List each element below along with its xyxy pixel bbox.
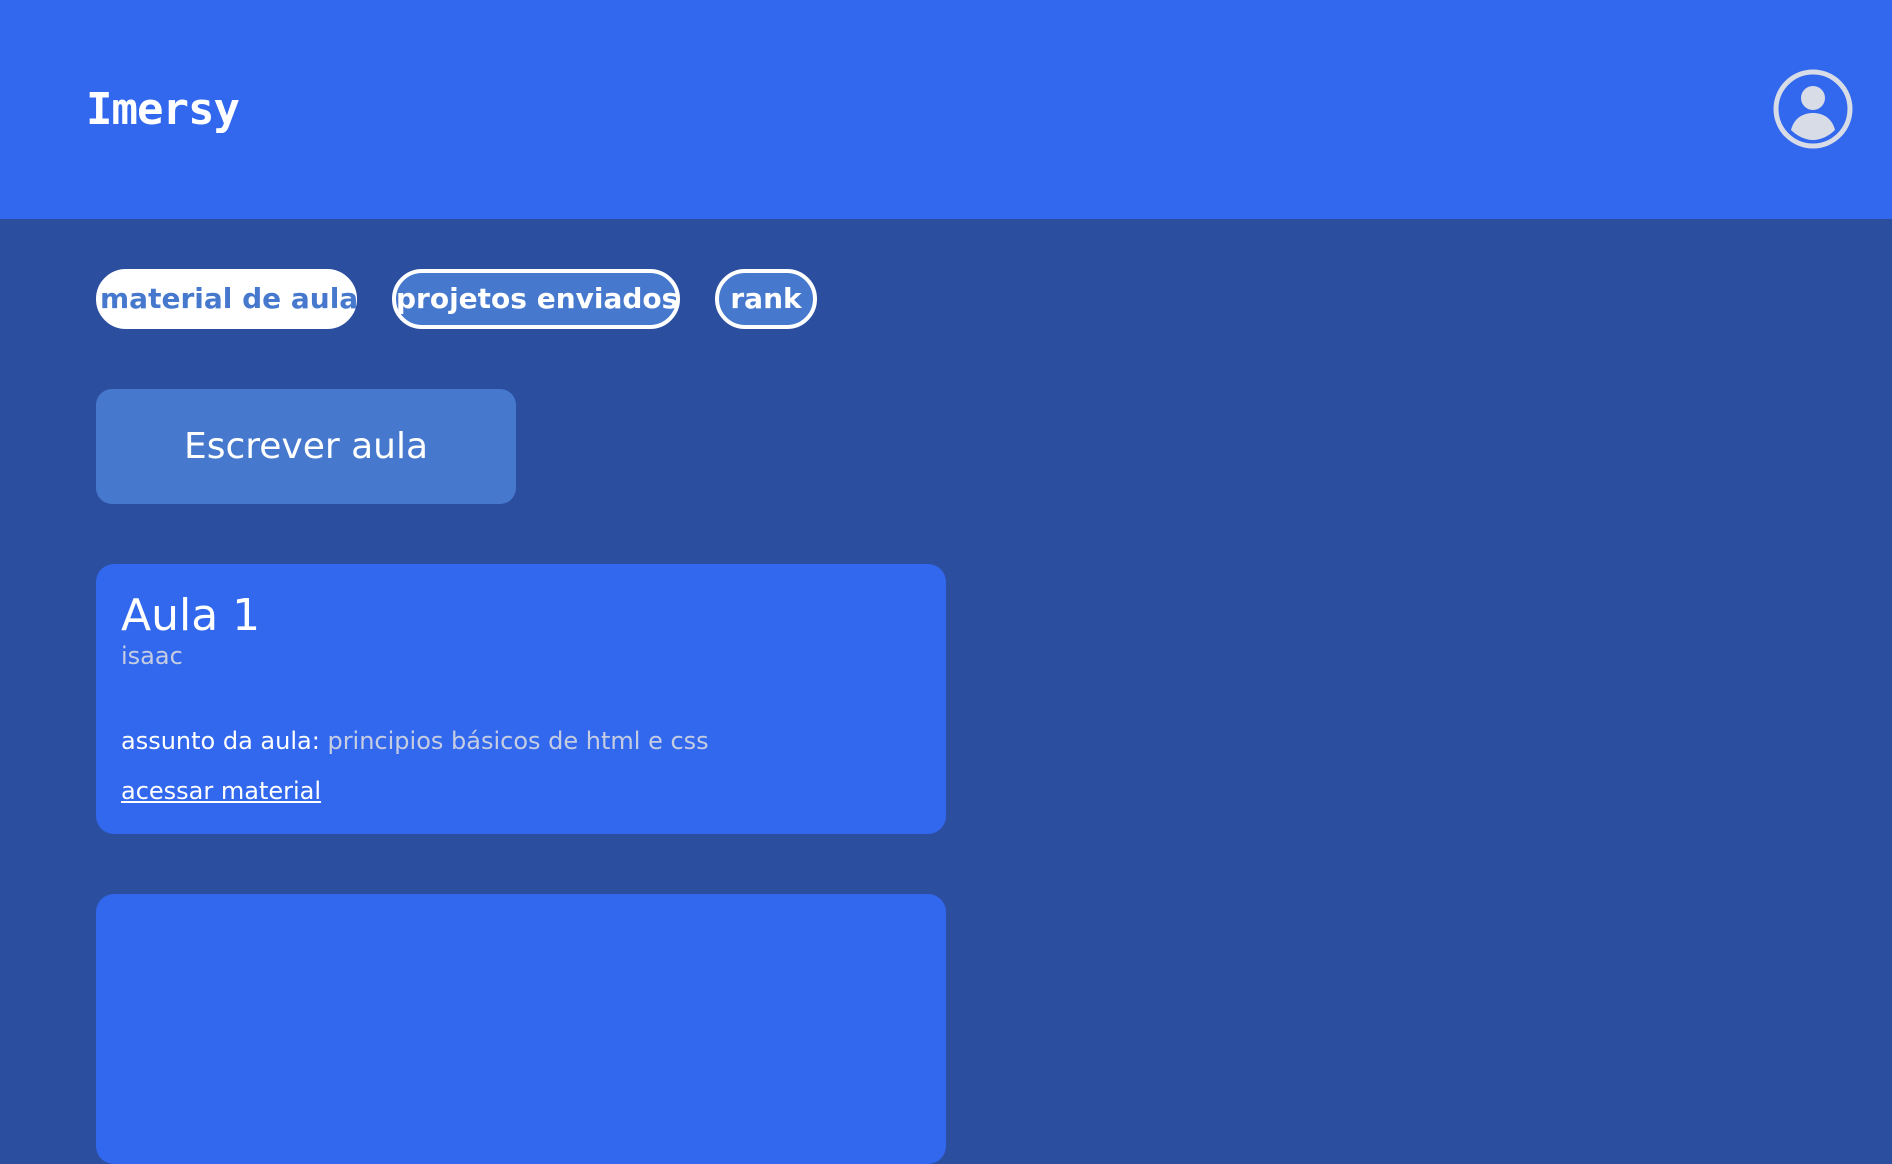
tab-projetos-enviados[interactable]: projetos enviados [392,269,680,329]
user-circle-icon-svg [1773,69,1853,149]
lesson-subject-label: assunto da aula: [121,727,320,755]
tab-material-de-aula[interactable]: material de aula [96,269,358,329]
tab-rank[interactable]: rank [715,269,817,329]
access-material-link[interactable]: acessar material [121,775,321,807]
lesson-author: isaac [121,642,183,670]
lesson-subject: assunto da aula: principios básicos de h… [121,725,709,757]
top-bar: Imersy [0,0,1892,219]
app-logo[interactable]: Imersy [86,82,240,138]
user-circle-icon[interactable] [1772,68,1854,150]
lesson-subject-value: principios básicos de html e css [327,727,709,755]
lesson-card [96,894,946,1164]
lesson-card: Aula 1 isaac assunto da aula: principios… [96,564,946,834]
write-lesson-button[interactable]: Escrever aula [96,389,516,504]
lesson-title: Aula 1 [121,590,261,641]
